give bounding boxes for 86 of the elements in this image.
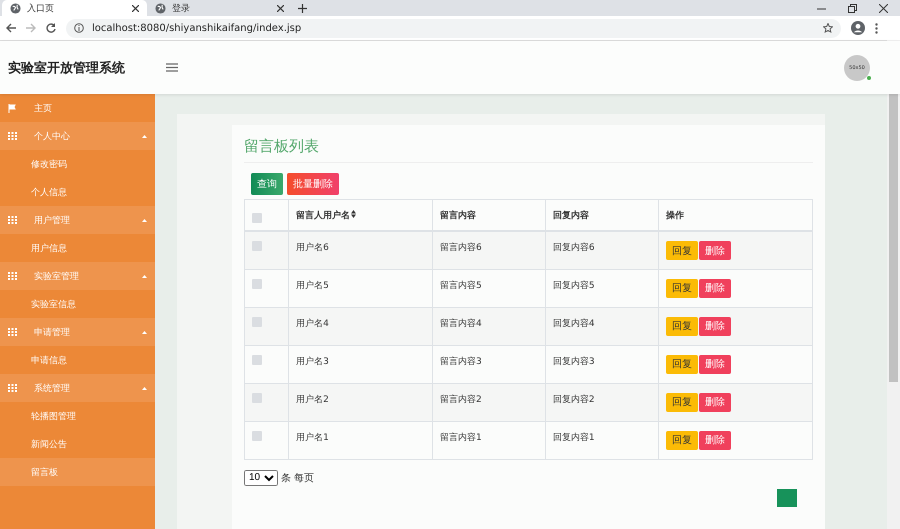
batch-delete-button[interactable]: 批量删除: [287, 173, 339, 195]
reply-button[interactable]: 回复: [666, 354, 698, 374]
table-cell: 留言内容1: [432, 421, 546, 459]
delete-button[interactable]: 删除: [698, 278, 731, 298]
reply-button[interactable]: 回复: [666, 392, 698, 412]
menu-icon[interactable]: [166, 63, 178, 72]
app-title: 实验室开放管理系统: [8, 60, 126, 76]
grid-icon: [8, 132, 17, 140]
address-bar[interactable]: localhost:8080/shiyanshikaifang/index.jsp: [66, 18, 841, 38]
reply-button[interactable]: 回复: [666, 241, 698, 260]
close-icon[interactable]: [879, 4, 888, 12]
caret-icon: [142, 386, 147, 390]
checkbox[interactable]: [252, 354, 262, 364]
caret-icon: [142, 134, 147, 138]
sidebar-group[interactable]: 系统管理: [0, 374, 155, 402]
panel-title: 留言板列表: [244, 135, 813, 163]
account-icon[interactable]: [851, 21, 865, 35]
sidebar-item[interactable]: 修改密码: [0, 150, 155, 178]
reply-button[interactable]: 回复: [666, 316, 698, 336]
page-size-select[interactable]: 10: [244, 470, 278, 486]
table-cell: 用户名3: [288, 345, 432, 383]
globe-icon: [155, 2, 166, 14]
sidebar-group[interactable]: 用户管理: [0, 206, 155, 234]
flag-icon: [8, 104, 17, 112]
table-cell: 留言内容6: [432, 231, 546, 269]
sidebar-group[interactable]: 个人中心: [0, 122, 155, 150]
back-icon[interactable]: [6, 23, 16, 33]
table-cell: 回复内容5: [545, 269, 658, 307]
browser-tab[interactable]: 登录: [147, 0, 292, 16]
search-button[interactable]: 查询: [251, 173, 283, 195]
checkbox[interactable]: [252, 316, 262, 326]
table-cell: 回复内容1: [545, 421, 658, 459]
sidebar-item[interactable]: 轮播图管理: [0, 402, 155, 430]
checkbox[interactable]: [252, 430, 262, 440]
table-cell: 回复内容6: [545, 231, 658, 269]
star-icon[interactable]: [823, 23, 833, 33]
table-cell: 回复内容4: [545, 307, 658, 345]
sidebar-group[interactable]: 实验室管理: [0, 262, 155, 290]
close-icon[interactable]: [277, 4, 284, 12]
grid-icon: [8, 384, 17, 392]
url-text: localhost:8080/shiyanshikaifang/index.jsp: [92, 22, 302, 34]
table-cell: 留言内容2: [432, 383, 546, 421]
info-icon: [74, 23, 84, 33]
reply-button[interactable]: 回复: [666, 278, 698, 298]
close-icon[interactable]: [132, 4, 139, 12]
reply-button[interactable]: 回复: [666, 430, 698, 450]
caret-icon: [142, 218, 147, 222]
sidebar-item[interactable]: 新闻公告: [0, 430, 155, 458]
sort-icon[interactable]: [351, 210, 356, 218]
grid-icon: [8, 328, 17, 336]
table-cell: 回复内容2: [545, 383, 658, 421]
menu-icon[interactable]: [875, 22, 878, 34]
delete-button[interactable]: 删除: [698, 316, 731, 336]
sidebar-group[interactable]: 申请管理: [0, 318, 155, 346]
table-cell: 留言内容5: [432, 269, 546, 307]
delete-button[interactable]: 删除: [698, 241, 731, 260]
delete-button[interactable]: 删除: [698, 430, 731, 450]
table-cell: 用户名6: [288, 231, 432, 269]
caret-icon: [142, 274, 147, 278]
sidebar-item[interactable]: 申请信息: [0, 346, 155, 374]
checkbox[interactable]: [252, 241, 262, 251]
sidebar-item[interactable]: 实验室信息: [0, 290, 155, 318]
checkbox[interactable]: [252, 392, 262, 402]
sidebar-item[interactable]: 留言板: [0, 458, 155, 486]
table-cell: 用户名5: [288, 269, 432, 307]
sidebar-item[interactable]: 主页: [0, 94, 155, 122]
checkbox[interactable]: [252, 212, 262, 222]
restore-icon[interactable]: [848, 4, 857, 12]
grid-icon: [8, 272, 17, 280]
table-cell: 用户名1: [288, 421, 432, 459]
page-size-label: 条 每页: [281, 472, 314, 484]
browser-tab[interactable]: 入口页: [2, 0, 147, 16]
reload-icon[interactable]: [46, 23, 56, 33]
checkbox[interactable]: [252, 278, 262, 288]
sidebar-item[interactable]: 个人信息: [0, 178, 155, 206]
grid-icon: [8, 216, 17, 224]
globe-icon: [10, 2, 21, 14]
sidebar-item[interactable]: 用户信息: [0, 234, 155, 262]
table-cell: 用户名2: [288, 383, 432, 421]
caret-icon: [142, 330, 147, 334]
table-cell: 留言内容4: [432, 307, 546, 345]
delete-button[interactable]: 删除: [698, 392, 731, 412]
table-cell: 用户名4: [288, 307, 432, 345]
delete-button[interactable]: 删除: [698, 354, 731, 374]
table-cell: 回复内容3: [545, 345, 658, 383]
table-cell: 留言内容3: [432, 345, 546, 383]
